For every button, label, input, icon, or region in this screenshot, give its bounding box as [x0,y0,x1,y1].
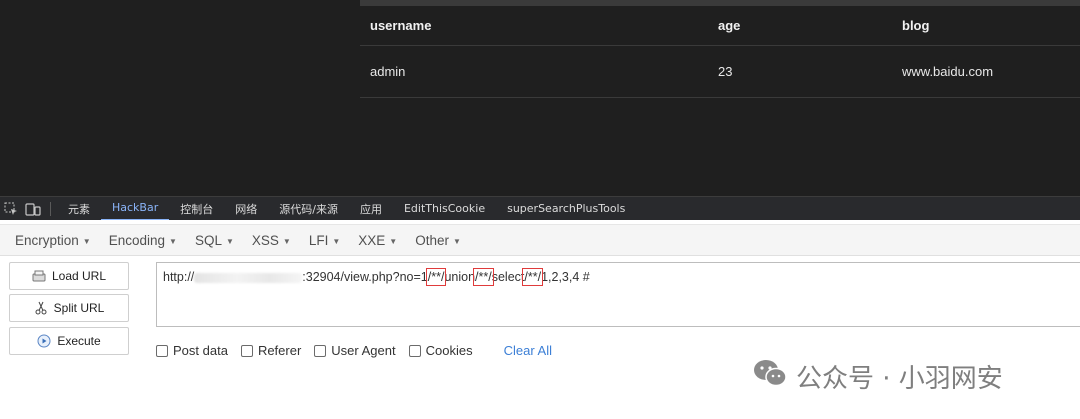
tab-editthiscookie[interactable]: EditThisCookie [393,197,496,221]
menu-sql[interactable]: SQL ▼ [186,233,243,248]
cell-blog: www.baidu.com [902,64,994,79]
menu-encryption[interactable]: Encryption ▼ [6,233,100,248]
header-username: username [370,18,432,33]
results-table: username age blog admin 23 www.baidu.com [360,6,1080,98]
caret-down-icon: ▼ [452,236,461,246]
page-content: username age blog admin 23 www.baidu.com [0,0,1080,196]
menu-xxe[interactable]: XXE ▼ [349,233,406,248]
tab-application[interactable]: 应用 [349,197,393,221]
post-data-option[interactable]: Post data [156,343,228,358]
url-textarea[interactable]: http://:32904/view.php?no=1/**/union/**/… [156,262,1080,327]
watermark: 公众号 · 小羽网安 [752,358,1003,395]
split-url-label: Split URL [53,301,105,315]
caret-down-icon: ▼ [332,236,341,246]
menu-xss[interactable]: XSS ▼ [243,233,300,248]
caret-down-icon: ▼ [169,236,177,246]
tab-elements[interactable]: 元素 [57,197,101,221]
table-row: admin 23 www.baidu.com [360,46,1080,98]
wechat-icon [752,358,788,395]
tab-sources[interactable]: 源代码/来源 [268,197,349,221]
referer-checkbox[interactable] [240,344,253,357]
load-url-button[interactable]: Load URL [9,262,129,290]
menu-other[interactable]: Other ▼ [406,233,470,248]
tab-network[interactable]: 网络 [224,197,268,221]
device-toolbar-icon[interactable] [22,197,44,221]
devtools-tab-bar: 元素 HackBar 控制台 网络 源代码/来源 应用 EditThisCook… [0,196,1080,221]
caret-down-icon: ▼ [82,236,91,246]
inspect-element-icon[interactable] [0,197,22,221]
post-data-label: Post data [173,343,228,358]
referer-label: Referer [257,343,302,358]
referer-option[interactable]: Referer [240,343,302,358]
comment-highlight: /**/ [473,268,494,286]
tab-console[interactable]: 控制台 [169,197,224,221]
menu-label: Encryption [15,232,79,248]
hackbar-options: Post data Referer User Agent Cookies Cle… [156,343,552,358]
play-icon [37,334,51,348]
scissors-icon [34,301,48,315]
menu-lfi[interactable]: LFI ▼ [300,233,349,248]
user-agent-checkbox[interactable] [314,344,327,357]
menu-label: XSS [251,232,279,248]
comment-highlight: /**/ [425,268,447,286]
hackbar-menubar: Encryption ▼ Encoding ▼ SQL ▼ XSS ▼ LFI ▼ XXE… [0,224,1080,256]
menu-label: SQL [194,232,222,248]
cell-age: 23 [718,64,733,79]
split-url-button[interactable]: Split URL [9,294,129,322]
table-header-row: username age blog [360,6,1080,46]
load-url-label: Load URL [51,269,107,283]
tab-supersearchplustools[interactable]: superSearchPlusTools [496,197,636,221]
load-url-icon [32,269,46,283]
header-blog: blog [902,18,930,33]
caret-down-icon: ▼ [282,236,291,246]
menu-label: Other [415,232,449,248]
execute-button[interactable]: Execute [9,327,129,355]
execute-label: Execute [57,334,101,348]
caret-down-icon: ▼ [389,236,398,246]
menu-encoding[interactable]: Encoding ▼ [100,233,186,248]
url-select: select [491,270,525,284]
menu-label: Encoding [108,232,166,248]
menu-label: LFI [308,232,329,248]
url-union: union [444,270,476,284]
redacted-host [194,272,303,283]
comment-highlight: /**/ [522,268,544,286]
user-agent-label: User Agent [331,343,396,358]
header-age: age [718,18,741,33]
cookies-option[interactable]: Cookies [408,343,473,358]
cell-username: admin [370,64,406,79]
user-agent-option[interactable]: User Agent [314,343,396,358]
tab-separator [50,201,51,216]
tab-hackbar[interactable]: HackBar [101,197,170,221]
cookies-checkbox[interactable] [408,344,421,357]
url-tail: 1,2,3,4 # [541,270,590,284]
clear-all-link[interactable]: Clear All [504,343,552,358]
cookies-label: Cookies [425,343,473,358]
menu-label: XXE [358,232,386,248]
url-scheme: http:// [163,270,195,284]
watermark-text: 公众号 · 小羽网安 [796,364,1003,394]
post-data-checkbox[interactable] [156,344,168,357]
caret-down-icon: ▼ [225,236,234,246]
url-path: :32904/view.php?no=1 [302,270,428,284]
